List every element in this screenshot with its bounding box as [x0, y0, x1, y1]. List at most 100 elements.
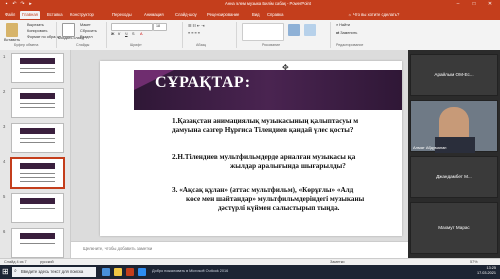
zoom-icon[interactable]: [138, 268, 146, 276]
ribbon-tabs: Файл Главная Вставка Конструктор Переход…: [0, 9, 500, 20]
thumb-band: [20, 163, 55, 169]
taskbar-search[interactable]: ⌕ Введите здесь текст для поиска: [12, 267, 96, 277]
question-line[interactable]: дәстүрлі күймен салыстырып тыңда.: [218, 204, 339, 213]
thumb-line: [20, 173, 55, 175]
minimize-button[interactable]: –: [452, 0, 464, 9]
layout-button[interactable]: Макет: [80, 23, 91, 27]
explorer-icon[interactable]: [114, 268, 122, 276]
tab-animations[interactable]: Анимация: [142, 11, 166, 19]
tab-insert[interactable]: Вставка: [45, 11, 65, 19]
zoom-level[interactable]: 57%: [470, 260, 478, 264]
search-icon: ⌕: [14, 268, 17, 274]
participant-name: Алмат Абдуманап: [413, 145, 447, 150]
reset-button[interactable]: Сбросить: [80, 29, 97, 33]
notes-pane[interactable]: Щелкните, чтобы добавить заметки: [71, 241, 408, 259]
bold-button[interactable]: Ж: [111, 32, 114, 36]
participant-tile-video[interactable]: Алмат Абдуманап: [410, 100, 498, 153]
thumb-band: [20, 233, 55, 239]
find-button[interactable]: ⌕ Найти: [336, 23, 350, 27]
paste-icon[interactable]: [6, 23, 18, 37]
group-drawing: Рисование: [262, 43, 281, 47]
bullets-icon[interactable]: ☰ ☷ ⇤ ⇥: [188, 23, 204, 28]
language-indicator[interactable]: русский: [40, 260, 54, 264]
notes-placeholder: Щелкните, чтобы добавить заметки: [83, 246, 153, 251]
undo-icon[interactable]: ↶: [12, 1, 17, 7]
question-line[interactable]: көсе мен шайтандар» мультфильмдеріндегі …: [186, 195, 364, 204]
align-icon[interactable]: ≡ ≡ ≡ ≡: [188, 31, 200, 35]
tab-design[interactable]: Конструктор: [68, 11, 96, 19]
title-bar: ▪ ↶ ↷ ▸ Анна әлем музыка Билім сабақ - P…: [0, 0, 500, 9]
tab-review[interactable]: Рецензирование: [205, 11, 241, 19]
taskbar-clock[interactable]: 13:25 17.03.2021: [477, 266, 496, 276]
tab-view[interactable]: Вид: [250, 11, 262, 19]
notes-toggle[interactable]: Заметки: [330, 260, 345, 264]
powerpoint-icon[interactable]: [126, 268, 134, 276]
thumb-number: 2: [3, 89, 6, 94]
group-divider: [236, 22, 237, 48]
slide-counter: Слайд 4 из 7: [4, 260, 27, 264]
windows-start-icon[interactable]: ⊞: [2, 267, 9, 276]
search-placeholder: Введите здесь текст для поиска: [21, 269, 84, 274]
shapes-gallery[interactable]: [242, 23, 284, 41]
cut-button[interactable]: Вырезать: [27, 23, 44, 27]
tab-home[interactable]: Главная: [20, 11, 40, 19]
slide-thumbnail[interactable]: [11, 88, 64, 118]
copy-button[interactable]: Копировать: [27, 29, 47, 33]
group-divider: [106, 22, 107, 48]
thumb-number: 1: [3, 54, 6, 59]
slide-thumbnail-selected[interactable]: [10, 157, 65, 189]
thumb-line: [20, 103, 55, 105]
maximize-button[interactable]: □: [468, 0, 480, 9]
tell-me-search[interactable]: ☼ Что вы хотите сделать?: [348, 11, 399, 19]
move-handle-icon[interactable]: ✥: [282, 63, 289, 72]
save-icon[interactable]: ▪: [4, 1, 9, 7]
participant-name: Джандамбет М...: [436, 174, 472, 179]
slide-thumbnail[interactable]: [11, 53, 64, 83]
thumb-number: 4: [3, 159, 6, 164]
window-title: Анна әлем музыка Билім сабақ - PowerPoin…: [225, 1, 311, 6]
strike-button[interactable]: S: [132, 32, 135, 36]
font-color-button[interactable]: A: [140, 32, 143, 36]
slide-thumbnail[interactable]: [11, 123, 64, 153]
question-line[interactable]: 1.Қазақстан анимациялық музыкасының қалы…: [172, 117, 358, 126]
group-divider: [182, 22, 183, 48]
question-line[interactable]: дамуына сазгер Нұрғиса Тілендиев қандай …: [172, 126, 353, 135]
thumb-line: [20, 177, 55, 179]
italic-button[interactable]: К: [118, 32, 120, 36]
question-line[interactable]: 2.Н.Тілендиев мультфильмдерде арналған м…: [172, 153, 355, 162]
paste-button[interactable]: Вставить: [4, 38, 20, 42]
slide-title[interactable]: СҰРАҚТАР:: [155, 74, 251, 92]
redo-icon[interactable]: ↷: [20, 1, 25, 7]
slide-thumbnail[interactable]: [11, 193, 64, 223]
current-slide[interactable]: СҰРАҚТАР: 1.Қазақстан анимациялық музыка…: [100, 61, 402, 236]
quick-styles-icon[interactable]: [304, 24, 316, 36]
underline-button[interactable]: Ч: [125, 32, 128, 36]
thumb-line: [20, 243, 55, 245]
close-button[interactable]: ✕: [484, 0, 496, 9]
tab-help[interactable]: Справка: [265, 11, 285, 19]
question-line[interactable]: 3. «Ақсақ құлан» (аттас мультфильм), «Кө…: [172, 186, 353, 195]
font-size-box[interactable]: 18: [153, 23, 167, 31]
tab-slideshow[interactable]: Слайд-шоу: [173, 11, 199, 19]
participant-tile[interactable]: Махмут Марас: [410, 202, 498, 254]
replace-button[interactable]: ⇄ Заменить: [336, 30, 357, 35]
tab-file[interactable]: Файл: [3, 11, 17, 19]
present-icon[interactable]: ▸: [28, 1, 33, 7]
thumb-band: [20, 128, 55, 134]
tab-transitions[interactable]: Переходы: [110, 11, 134, 19]
taskbar: ⊞ ⌕ Введите здесь текст для поиска Добро…: [0, 265, 500, 279]
thumb-line: [20, 68, 55, 70]
slide-thumbnail[interactable]: [11, 228, 64, 258]
thumb-line: [20, 107, 55, 109]
participant-tile[interactable]: Джандамбет М...: [410, 156, 498, 198]
section-button[interactable]: Раздел: [80, 35, 93, 39]
arrange-icon[interactable]: [288, 24, 300, 36]
question-line[interactable]: жылдар аралығында шығарылды?: [230, 162, 346, 171]
task-view-icon[interactable]: [102, 268, 110, 276]
new-slide-icon[interactable]: [62, 23, 75, 37]
taskbar-app-caption[interactable]: Добро пожаловать в Microsoft Outlook 201…: [152, 269, 228, 273]
participant-tile[interactable]: Арайлым ОМ-Ес...: [410, 54, 498, 96]
font-name-box[interactable]: [111, 23, 153, 31]
group-divider: [56, 22, 57, 48]
thumb-number: 3: [3, 124, 6, 129]
